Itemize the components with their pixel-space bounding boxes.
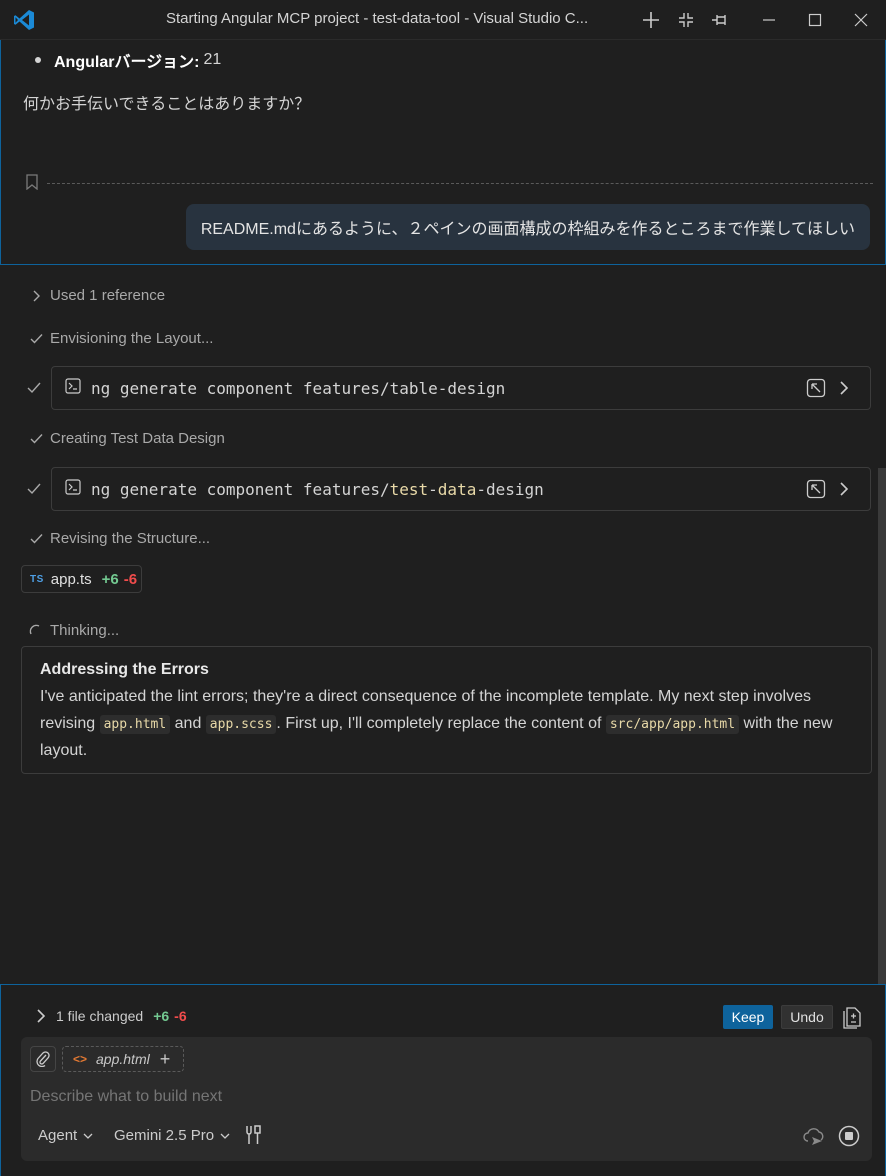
mode-label: Agent — [38, 1127, 78, 1144]
chevron-right-icon[interactable] — [836, 480, 852, 498]
chat-input-field[interactable] — [30, 1088, 810, 1106]
step-label: Envisioning the Layout... — [50, 330, 214, 347]
minimize-button[interactable] — [755, 6, 783, 34]
pin-icon — [712, 15, 726, 25]
inline-code: src/app/app.html — [605, 714, 740, 734]
command-suffix: -design — [476, 480, 544, 499]
scrollbar[interactable] — [878, 468, 886, 984]
step-envisioning: Envisioning the Layout... — [28, 330, 213, 347]
tools-icon[interactable] — [243, 1124, 263, 1146]
model-selector[interactable]: Gemini 2.5 Pro — [114, 1127, 230, 1144]
bullet-value: 21 — [203, 51, 222, 68]
maximize-button[interactable] — [801, 6, 829, 34]
inline-code: app.scss — [205, 714, 277, 734]
pin-button[interactable] — [706, 6, 734, 34]
new-chat-icon — [643, 12, 659, 28]
chevron-right-icon[interactable] — [836, 379, 852, 397]
stop-icon[interactable] — [837, 1124, 861, 1148]
chevron-down-icon — [220, 1133, 230, 1139]
user-message: README.mdにあるように、２ペインの画面構成の枠組みを作るところまで作業し… — [185, 204, 870, 250]
open-in-terminal-icon[interactable] — [806, 479, 826, 499]
step-creating: Creating Test Data Design — [28, 430, 225, 447]
html-file-icon: <> — [73, 1052, 88, 1066]
inline-code: app.html — [99, 714, 171, 734]
typescript-file-icon: TS — [30, 573, 44, 585]
add-context-icon[interactable]: + — [160, 1049, 171, 1070]
bullet-label: Angularバージョン: — [54, 54, 200, 71]
check-icon — [30, 334, 43, 344]
command-text: ng generate component features/test-data… — [91, 480, 544, 499]
command-text: ng generate component features/table-des… — [91, 379, 506, 398]
step-label: Creating Test Data Design — [50, 430, 225, 447]
title-bar: Starting Angular MCP project - test-data… — [0, 0, 886, 40]
mode-selector[interactable]: Agent — [38, 1127, 93, 1144]
attach-button[interactable] — [30, 1046, 56, 1072]
thinking-text-part: . First up, I'll completely replace the … — [276, 714, 606, 732]
vscode-logo-icon — [14, 10, 34, 30]
files-changed-label: 1 file changed — [56, 1008, 144, 1024]
assistant-question: 何かお手伝いできることはありますか？ — [23, 96, 311, 113]
command-prefix: ng generate component features/ — [91, 480, 390, 499]
lines-removed: -6 — [174, 1008, 187, 1024]
lines-added: +6 — [101, 570, 119, 588]
step-label: Revising the Structure... — [50, 530, 211, 547]
new-chat-button[interactable] — [637, 6, 665, 34]
model-label: Gemini 2.5 Pro — [114, 1127, 215, 1144]
active-response-border — [0, 264, 886, 265]
edited-file-chip[interactable]: TS app.ts +6 -6 — [21, 565, 142, 593]
collapse-button[interactable] — [672, 6, 700, 34]
step-revising: Revising the Structure... — [28, 530, 210, 547]
command-separator: - — [428, 480, 438, 499]
chevron-down-icon — [83, 1133, 93, 1139]
close-button[interactable] — [847, 6, 875, 34]
command-highlight: test — [389, 480, 429, 499]
open-in-terminal-icon[interactable] — [806, 378, 826, 398]
bookmark-icon[interactable] — [25, 174, 39, 190]
checkpoint-divider — [47, 183, 873, 184]
references-toggle[interactable]: Used 1 reference — [28, 287, 165, 304]
references-label: Used 1 reference — [50, 287, 166, 304]
terminal-command-1[interactable]: ng generate component features/table-des… — [51, 366, 871, 410]
thinking-status: Thinking... — [28, 622, 119, 639]
minimize-icon — [763, 19, 775, 21]
chat-history: Angularバージョン: 21 何かお手伝いできることはありますか？ READ… — [0, 40, 886, 265]
thinking-label: Thinking... — [50, 622, 120, 639]
lines-added: +6 — [153, 1008, 170, 1024]
send-cloud-icon[interactable] — [802, 1124, 826, 1148]
context-file-name: app.html — [96, 1051, 150, 1067]
thinking-heading: Addressing the Errors — [40, 661, 209, 678]
terminal-command-2[interactable]: ng generate component features/test-data… — [51, 467, 871, 511]
check-icon — [27, 382, 41, 394]
file-name: app.ts — [50, 570, 92, 588]
thinking-text-part: and — [170, 714, 206, 732]
context-file-chip[interactable]: <> app.html + — [62, 1046, 184, 1072]
attach-icon — [36, 1051, 50, 1067]
check-icon — [30, 534, 43, 544]
window-title: Starting Angular MCP project - test-data… — [166, 10, 589, 27]
command-highlight: data — [437, 480, 477, 499]
thinking-text: I've anticipated the lint errors; they'r… — [40, 684, 853, 765]
review-changes-icon[interactable] — [842, 1005, 862, 1029]
version-bullet: Angularバージョン: 21 — [35, 48, 221, 72]
check-icon — [27, 483, 41, 495]
terminal-icon — [65, 378, 81, 394]
maximize-icon — [808, 13, 822, 27]
bullet-dot — [35, 57, 41, 63]
close-icon — [854, 13, 868, 27]
loading-spinner-icon — [29, 624, 40, 634]
terminal-icon — [65, 479, 81, 495]
lines-removed: -6 — [123, 570, 138, 588]
check-icon — [30, 434, 43, 444]
chevron-right-icon — [37, 1009, 46, 1023]
collapse-icon — [679, 13, 693, 27]
files-changed-toggle[interactable]: 1 file changed +6 -6 — [34, 1008, 187, 1024]
keep-button[interactable]: Keep — [723, 1005, 773, 1029]
chevron-right-icon — [33, 290, 40, 301]
thinking-panel: Addressing the Errors I've anticipated t… — [21, 646, 872, 774]
undo-button[interactable]: Undo — [781, 1005, 833, 1029]
